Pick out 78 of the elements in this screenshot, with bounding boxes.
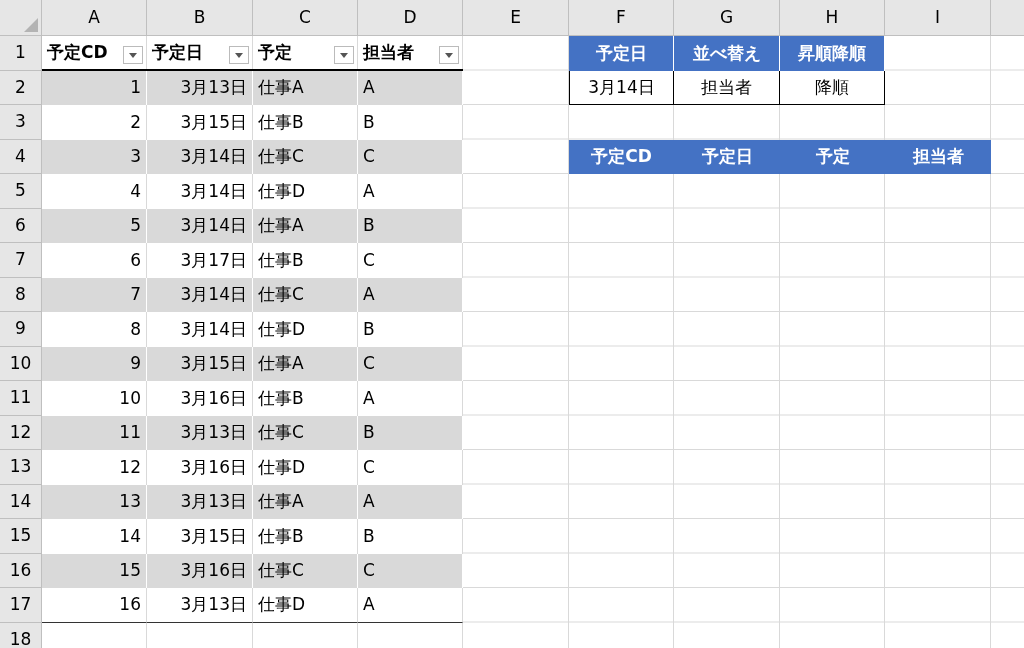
row-header[interactable]: 18 — [0, 622, 42, 648]
table-cell: C — [358, 139, 463, 174]
table-cell: C — [358, 346, 463, 381]
filter-dropdown-button[interactable] — [229, 46, 249, 64]
row-header[interactable]: 8 — [0, 277, 42, 312]
table-cell: 1 — [42, 70, 147, 105]
row-header[interactable]: 15 — [0, 519, 42, 554]
table-cell: 13 — [42, 484, 147, 519]
result-header: 予定日 — [674, 139, 780, 174]
table-cell: 3月13日 — [147, 70, 253, 105]
criteria-header: 並べ替え — [674, 36, 780, 71]
criteria-header: 予定日 — [569, 36, 674, 71]
row-header[interactable]: 13 — [0, 450, 42, 485]
table-cell: C — [358, 553, 463, 588]
row-header[interactable]: 12 — [0, 415, 42, 450]
criteria-cell: 3月14日 — [569, 70, 674, 105]
table-cell: 仕事C — [253, 277, 358, 312]
column-header[interactable]: A — [42, 0, 147, 36]
table-cell: 9 — [42, 346, 147, 381]
row-header[interactable]: 6 — [0, 208, 42, 243]
row-header[interactable]: 10 — [0, 346, 42, 381]
column-header[interactable]: G — [674, 0, 780, 36]
table-cell: 仕事C — [253, 139, 358, 174]
filter-dropdown-button[interactable] — [334, 46, 354, 64]
row-header[interactable]: 2 — [0, 70, 42, 105]
row-header[interactable]: 11 — [0, 381, 42, 416]
row-header[interactable]: 5 — [0, 174, 42, 209]
table-cell: 3月14日 — [147, 277, 253, 312]
table-cell: 3月14日 — [147, 139, 253, 174]
table-cell: 7 — [42, 277, 147, 312]
row-header[interactable]: 3 — [0, 105, 42, 140]
column-header[interactable]: E — [463, 0, 569, 36]
column-header[interactable]: F — [569, 0, 674, 36]
row-header[interactable]: 17 — [0, 588, 42, 623]
result-header: 担当者 — [885, 139, 991, 174]
table-cell: A — [358, 277, 463, 312]
table-cell: A — [358, 70, 463, 105]
table-cell: 仕事C — [253, 415, 358, 450]
row-header[interactable]: 9 — [0, 312, 42, 347]
table-cell: 仕事C — [253, 553, 358, 588]
table-cell: 15 — [42, 553, 147, 588]
table-cell: 3月16日 — [147, 553, 253, 588]
row-header[interactable]: 7 — [0, 243, 42, 278]
column-header[interactable]: H — [780, 0, 885, 36]
table-cell: 3月14日 — [147, 208, 253, 243]
column-header[interactable]: C — [253, 0, 358, 36]
row-header[interactable]: 4 — [0, 139, 42, 174]
table-cell: 仕事A — [253, 208, 358, 243]
caret-icon — [445, 52, 453, 58]
table-cell: 仕事A — [253, 346, 358, 381]
row-header[interactable]: 14 — [0, 484, 42, 519]
row-header[interactable]: 16 — [0, 553, 42, 588]
table-cell: 3月15日 — [147, 346, 253, 381]
table-cell: 仕事A — [253, 484, 358, 519]
filter-dropdown-button[interactable] — [439, 46, 459, 64]
criteria-cell: 担当者 — [674, 70, 780, 105]
row-header[interactable]: 1 — [0, 36, 42, 71]
result-header: 予定CD — [569, 139, 674, 174]
table-cell: B — [358, 208, 463, 243]
caret-icon — [129, 52, 137, 58]
result-header: 予定 — [780, 139, 885, 174]
table-cell: A — [358, 484, 463, 519]
column-header[interactable]: I — [885, 0, 991, 36]
filter-dropdown-button[interactable] — [123, 46, 143, 64]
triangle-icon — [24, 18, 38, 32]
table-cell: 仕事A — [253, 70, 358, 105]
table-cell: B — [358, 415, 463, 450]
table-cell: 5 — [42, 208, 147, 243]
column-header[interactable]: B — [147, 0, 253, 36]
table-cell: 3月13日 — [147, 484, 253, 519]
table-cell: 3月13日 — [147, 415, 253, 450]
column-header[interactable]: D — [358, 0, 463, 36]
criteria-header: 昇順降順 — [780, 36, 885, 71]
table-cell: 11 — [42, 415, 147, 450]
criteria-cell: 降順 — [780, 70, 885, 105]
caret-icon — [235, 52, 243, 58]
table-cell: 3 — [42, 139, 147, 174]
caret-icon — [340, 52, 348, 58]
